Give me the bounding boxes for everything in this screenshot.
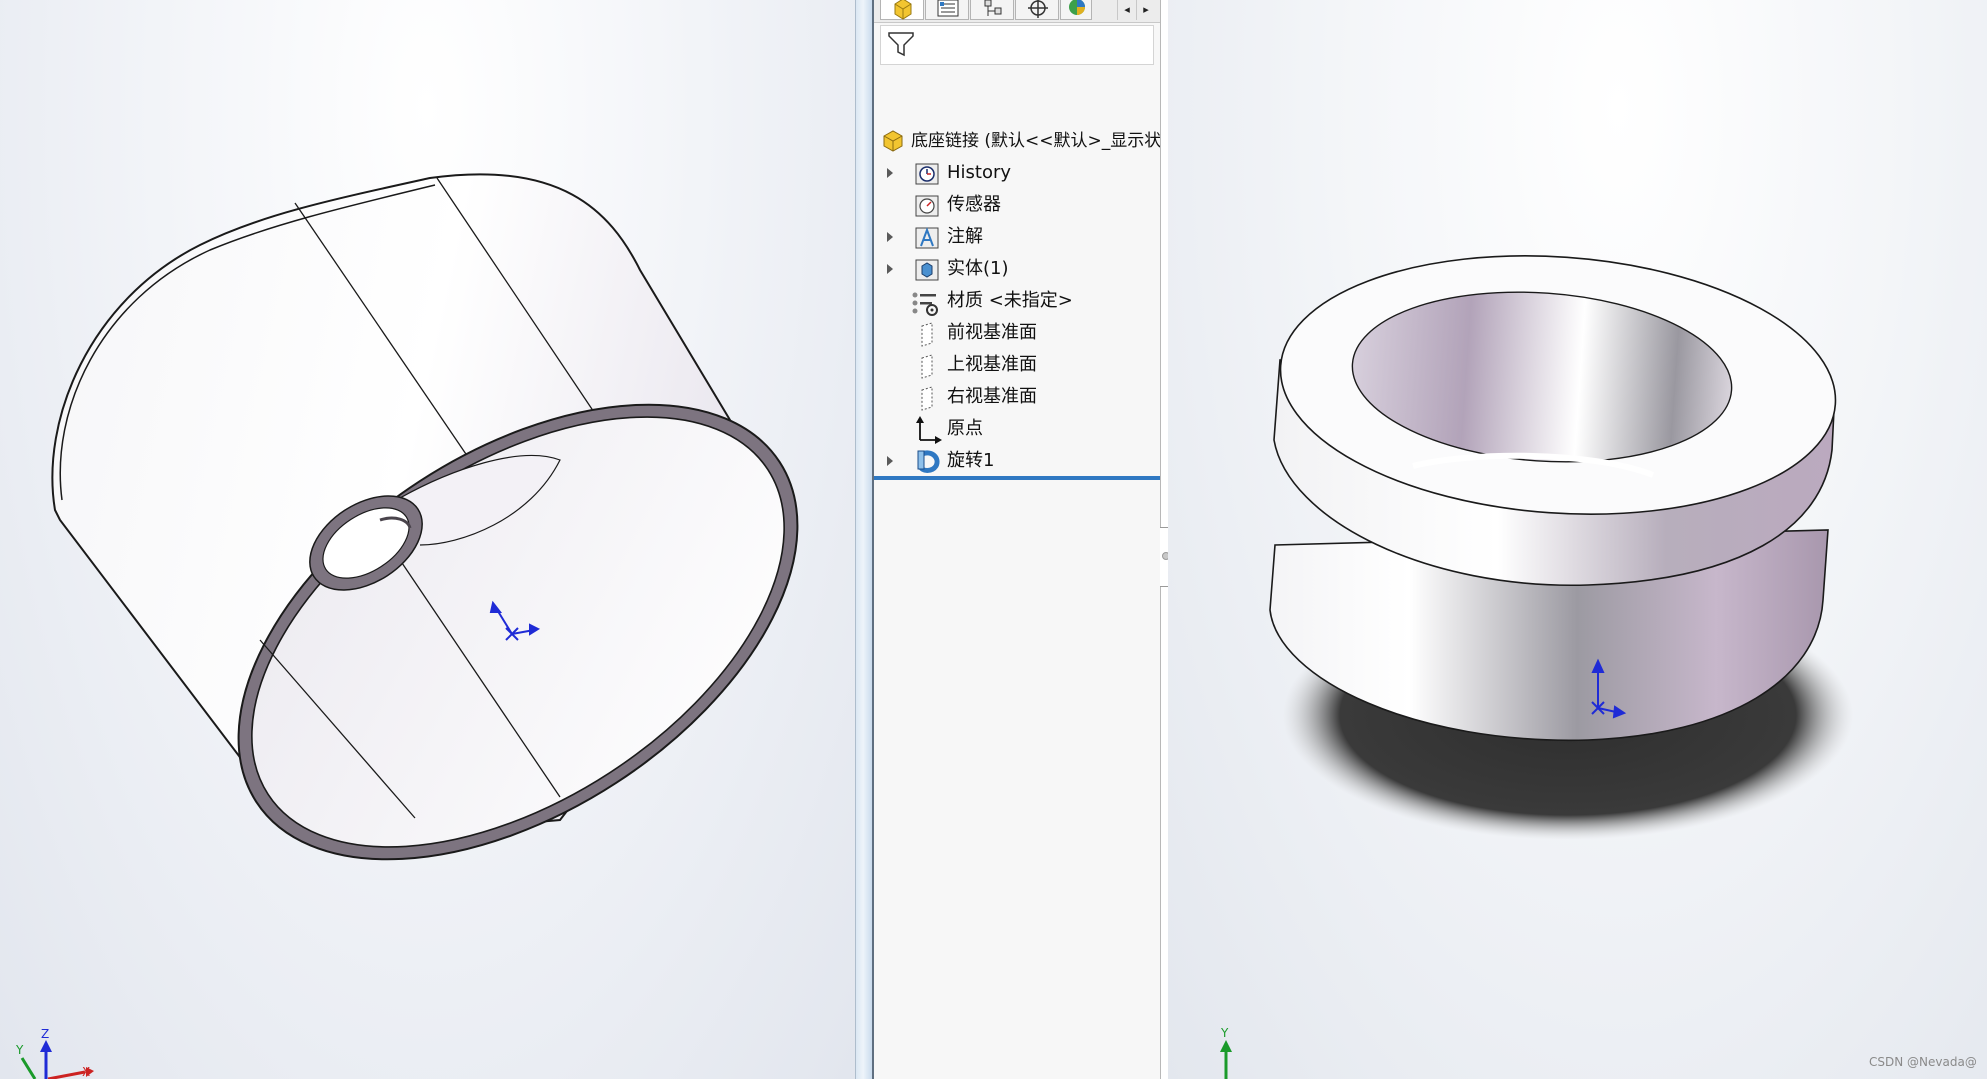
tree-item-top-plane[interactable]: 上视基准面 (874, 352, 1160, 380)
tree-item-label: 原点 (947, 418, 983, 439)
tree-root-label: 底座链接 (默认<<默认>_显示状 (911, 131, 1161, 151)
tree-item-right-plane[interactable]: 右视基准面 (874, 384, 1160, 412)
dimxpert-tab[interactable] (1015, 0, 1059, 20)
tree-item-label: 前视基准面 (947, 322, 1037, 343)
part-icon (883, 130, 903, 152)
tree-item-sensors[interactable]: 传感器 (874, 192, 1160, 220)
tree-item-solid-bodies[interactable]: 实体(1) (874, 256, 1160, 284)
tree-item-label: History (947, 162, 1012, 183)
tree-item-annotations[interactable]: 注解 (874, 224, 1160, 252)
tree-item-front-plane[interactable]: 前视基准面 (874, 320, 1160, 348)
annotations-icon (915, 227, 939, 249)
svg-text:X: X (82, 1065, 90, 1079)
oval-shell-model[interactable]: Y Z X (0, 0, 855, 1079)
tree-item-material[interactable]: 材质 <未指定> (874, 288, 1160, 316)
pane-splitter[interactable] (855, 0, 874, 1079)
tree-item-label: 右视基准面 (947, 386, 1037, 407)
plane-icon (921, 354, 933, 379)
display-manager-tab-icon (1069, 0, 1085, 15)
propertymanager-tab[interactable] (925, 0, 969, 20)
plane-icon (921, 322, 933, 347)
watermark-text: CSDN @Nevada@ (1869, 1055, 1977, 1069)
tree-filter-field[interactable] (880, 25, 1154, 65)
revolve-icon (917, 450, 940, 473)
tree-item-label: 材质 <未指定> (947, 290, 1073, 311)
tree-item-label: 旋转1 (947, 450, 995, 471)
tree-item-revolve1[interactable]: 旋转1 (874, 448, 1160, 476)
tree-item-label: 传感器 (947, 194, 1001, 215)
tab-scroll-left-button[interactable]: ◂ (1117, 0, 1136, 20)
view-triad: Y (1220, 1026, 1232, 1079)
featuremanager-tab-icon (894, 0, 912, 20)
configurationmanager-tab-icon (984, 0, 1002, 16)
right-graphics-viewport[interactable]: Y (1168, 0, 1987, 1079)
display-manager-tab[interactable] (1060, 0, 1092, 20)
flanged-bushing-model[interactable]: Y (1168, 0, 1987, 1079)
tree-item-label: 上视基准面 (947, 354, 1037, 375)
view-triad: Y Z X (15, 1027, 94, 1079)
featuremanager-tab[interactable] (880, 0, 924, 20)
solidworks-window: Y Z X ◂ ▸ 底座链接 (默认<<默认>_显示状 History 传感器 … (0, 0, 1987, 1079)
featuremanager-panel: ◂ ▸ 底座链接 (默认<<默认>_显示状 History 传感器 注解 实体(… (874, 0, 1161, 1079)
sensors-icon (915, 195, 939, 217)
svg-text:Y: Y (15, 1043, 24, 1057)
tree-item-origin[interactable]: 原点 (874, 416, 1160, 444)
tree-root-part[interactable]: 底座链接 (默认<<默认>_显示状 (878, 128, 1161, 154)
expand-arrow-icon[interactable] (887, 456, 893, 466)
plane-icon (921, 386, 933, 411)
tree-item-history[interactable]: History (874, 160, 1160, 188)
solid-bodies-icon (915, 259, 939, 281)
svg-text:Z: Z (41, 1027, 49, 1041)
tab-scroll-right-button[interactable]: ▸ (1136, 0, 1155, 20)
tree-item-label: 注解 (947, 226, 983, 247)
expand-arrow-icon[interactable] (887, 168, 893, 178)
svg-text:Y: Y (1220, 1026, 1229, 1040)
history-icon (915, 163, 939, 185)
panel-tab-bar: ◂ ▸ (874, 0, 1160, 23)
expand-arrow-icon[interactable] (887, 264, 893, 274)
dimxpert-tab-icon (1028, 0, 1048, 18)
material-icon (912, 292, 938, 316)
origin-icon (916, 416, 942, 444)
left-graphics-viewport[interactable]: Y Z X (0, 0, 855, 1079)
expand-arrow-icon[interactable] (887, 232, 893, 242)
propertymanager-tab-icon (937, 0, 959, 17)
filter-icon[interactable] (887, 30, 915, 58)
configurationmanager-tab[interactable] (970, 0, 1014, 20)
rollback-bar[interactable] (874, 476, 1160, 480)
tree-item-label: 实体(1) (947, 258, 1009, 279)
